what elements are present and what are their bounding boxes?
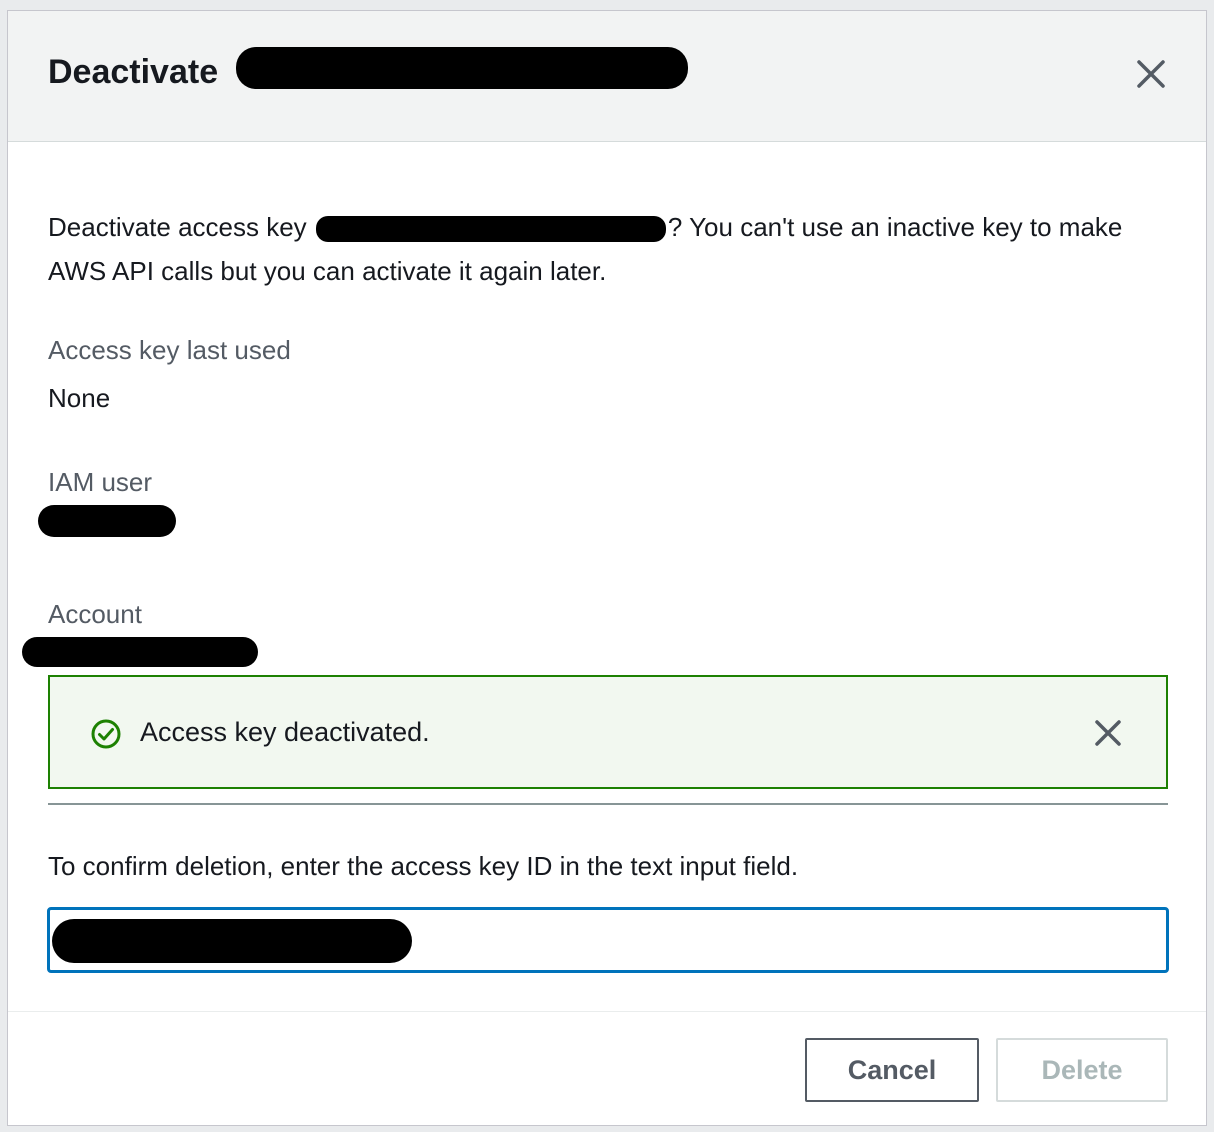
account-label: Account xyxy=(48,599,142,629)
alert-message: Access key deactivated. xyxy=(140,717,430,747)
redacted-key-name xyxy=(236,47,688,89)
last-used-value: None xyxy=(48,383,111,413)
deactivate-description: Deactivate access key ? You can't use an… xyxy=(48,205,1168,293)
last-used-label: Access key last used xyxy=(48,335,291,365)
iam-user-label: IAM user xyxy=(48,467,153,497)
cancel-button[interactable]: Cancel xyxy=(805,1038,979,1102)
close-icon xyxy=(1137,60,1165,88)
deactivate-access-key-modal: Deactivate Deactivate access key ? You c… xyxy=(7,10,1207,1126)
check-circle-icon xyxy=(91,719,121,749)
divider xyxy=(48,803,1168,805)
success-alert: Access key deactivated. xyxy=(48,675,1168,789)
modal-title: Deactivate xyxy=(48,53,219,91)
modal-header: Deactivate xyxy=(8,11,1206,142)
redacted-account xyxy=(22,637,258,667)
modal-footer: Cancel Delete xyxy=(8,1011,1206,1127)
close-icon xyxy=(1095,720,1121,746)
delete-button[interactable]: Delete xyxy=(996,1038,1168,1102)
description-before: Deactivate access key xyxy=(48,212,314,242)
dismiss-alert-button[interactable] xyxy=(1094,719,1122,747)
confirm-prompt: To confirm deletion, enter the access ke… xyxy=(48,851,799,881)
redacted-iam-user xyxy=(38,505,176,537)
redacted-input-value xyxy=(52,919,412,963)
redacted-access-key-id xyxy=(315,216,666,243)
close-modal-button[interactable] xyxy=(1136,59,1166,89)
